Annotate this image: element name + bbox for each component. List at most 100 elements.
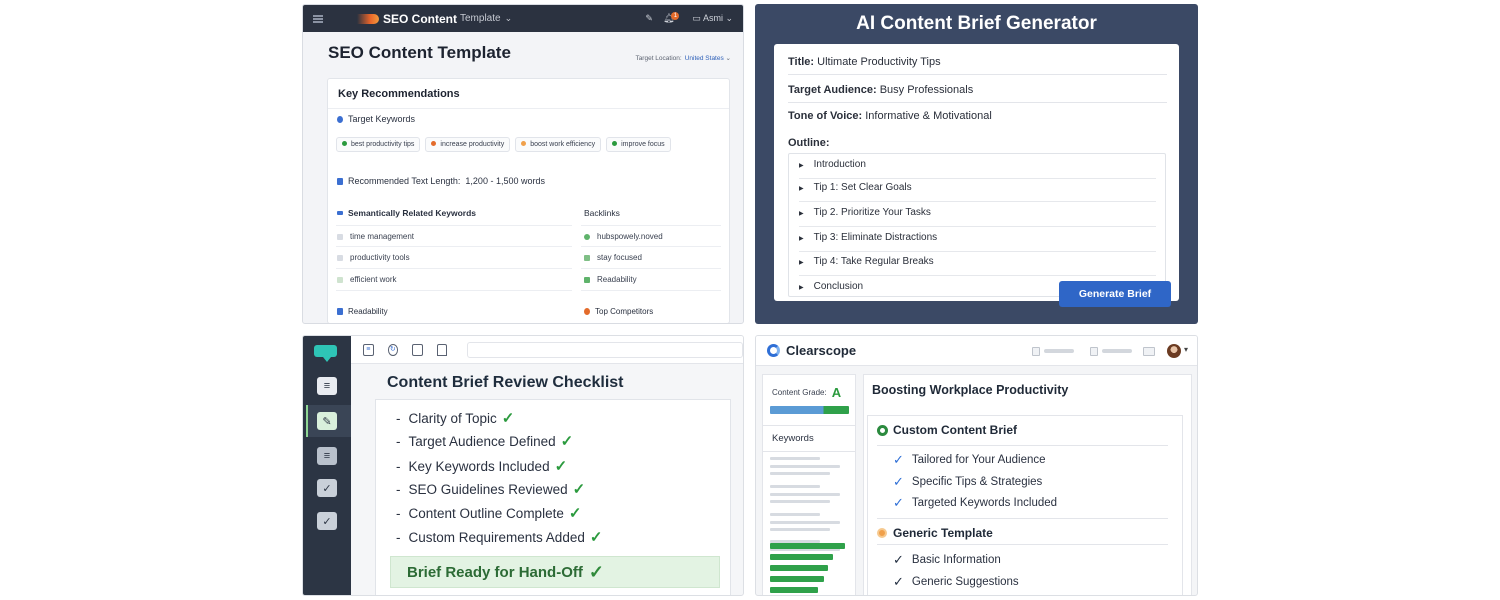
refresh-icon[interactable]: ↻ [387,343,398,356]
bell-icon[interactable]: 🔔︎1 [663,12,682,24]
document-icon [337,177,343,185]
generic-template-heading: Generic Template [877,526,993,540]
target-location-select[interactable]: Target Location: United States ⌄ [635,54,731,62]
target-location-value: United States [684,55,724,62]
semantic-keyword-item: productivity tools [337,253,410,262]
outline-item[interactable]: ▶ Tip 3: Eliminate Distractions [799,227,1156,252]
toolbar-doc-control[interactable] [1032,346,1074,356]
brand-name: Clearscope [786,343,857,358]
panel-title: AI Content Brief Generator [856,13,1097,34]
keyword-chip[interactable]: boost work efficiency [515,137,602,152]
brand-subtitle: Template [460,13,501,24]
outline-item[interactable]: ▶ Introduction [799,154,1156,179]
keyword-chip[interactable]: improve focus [606,137,671,152]
app-logo-icon [314,345,337,362]
checklist-item[interactable]: - Key Keywords Included ✓ [396,457,567,475]
backlinks-heading: Backlinks [584,208,620,218]
readability-heading: Readability [337,307,388,316]
keyword-chips: best productivity tips increase producti… [336,137,671,152]
document-icon[interactable]: ≡ [363,343,374,356]
chevron-down-icon: ⌄ [725,13,733,23]
circle-icon [877,528,887,538]
document-title: Boosting Workplace Productivity [872,383,1069,397]
backlink-item[interactable]: hubspowely.noved [584,232,663,241]
gear-icon [584,308,590,315]
target-audience-field[interactable]: Target Audience: Busy Professionals [788,84,1167,103]
checklist-item[interactable]: - Clarity of Topic ✓ [396,409,514,427]
caret-right-icon: ▶ [799,211,804,217]
tone-of-voice-value: Informative & Motivational [865,110,992,122]
keyword-chip[interactable]: increase productivity [425,137,511,152]
outline-item[interactable]: ▶ Tip 2. Prioritize Your Tasks [799,202,1156,227]
semantic-keyword-item: time management [337,232,414,241]
brief-ready-banner[interactable]: Brief Ready for Hand-Off ✓ [390,556,720,588]
generic-template-item: ✓ Generic Suggestions [893,574,1019,589]
caret-right-icon: ▶ [799,163,804,169]
keyword-chip[interactable]: best productivity tips [336,137,421,152]
sidebar-shield-check-icon[interactable]: ✓ [317,479,337,497]
edit-icon[interactable]: ✎ [645,13,653,24]
target-location-label: Target Location: [635,55,682,62]
chevron-down-icon: ⌄ [725,55,731,62]
content-grade-value: A [831,385,842,400]
target-keywords-heading: Target Keywords [337,114,415,124]
checklist-item[interactable]: - SEO Guidelines Reviewed ✓ [396,480,585,498]
document-icon [337,308,343,315]
brief-form-card: Title: Ultimate Productivity Tips Target… [774,44,1179,301]
check-icon [342,141,347,146]
layout-icon[interactable] [412,343,423,356]
sidebar-notes-icon[interactable]: ≡ [317,447,337,465]
image-icon [1143,346,1155,356]
outline-label: Outline: [788,137,830,149]
card-title: Key Recommendations [328,79,729,109]
keywords-tab[interactable]: Keywords [763,425,855,452]
caret-right-icon: ▶ [799,285,804,291]
generate-brief-button[interactable]: Generate Brief [1059,281,1171,307]
generic-template-item: ✓ Basic Information [893,552,1001,567]
share-icon [1090,346,1098,356]
checklist-title: Content Brief Review Checklist [387,374,624,391]
bookmark-icon[interactable] [436,343,447,356]
bolt-icon [521,141,527,146]
checkmark-icon: ✓ [893,574,904,589]
key-recommendations-card: Key Recommendations Target Keywords best… [327,78,730,323]
search-input[interactable] [467,341,743,358]
layout-icon: ▭ [692,13,701,23]
text-length-row: Recommended Text Length: 1,200 - 1,500 w… [337,176,545,186]
outline-item[interactable]: ▶ Tip 1: Set Clear Goals [799,177,1156,202]
sidebar-comments-icon[interactable]: ≡ [317,377,337,395]
checkmark-icon: ✓ [501,410,515,427]
semantic-keyword-item: efficient work [337,275,397,284]
grade-sidebar: Content Grade: A Keywords [762,374,856,595]
tag-icon [337,115,343,123]
toolbar-image-control[interactable] [1143,346,1155,356]
menu-icon[interactable] [313,14,323,23]
chevron-down-icon[interactable]: ⌄ [505,13,513,24]
brand-logo-icon [357,13,379,24]
checklist-card: - Clarity of Topic ✓ - Target Audience Defi… [375,399,731,595]
backlink-item[interactable]: Readability [584,275,637,284]
sidebar-checkbox-icon[interactable]: ✓ [317,512,337,530]
seo-content-template-panel: SEO Content Template ⌄ ✎ 🔔︎1 ▭ Asmi ⌄ SE… [302,4,744,324]
checkmark-icon: ✓ [893,452,904,467]
grade-progress-bar [770,406,849,414]
outline-item[interactable]: ▶ Tip 4: Take Regular Breaks [799,251,1156,276]
checklist-item[interactable]: - Target Audience Defined ✓ [396,432,573,450]
user-menu[interactable]: ▭ Asmi ⌄ [692,13,733,24]
chevron-down-icon[interactable]: ▾ [1184,345,1188,354]
semantic-keywords-heading: Semantically Related Keywords [337,208,476,218]
toolbar-share-control[interactable] [1090,346,1132,356]
sidebar-edit-doc-icon[interactable]: ✎ [317,412,337,430]
brief-title-field[interactable]: Title: Ultimate Productivity Tips [788,56,1167,75]
editor-toolbar: ≡ ↻ [351,336,743,364]
custom-brief-heading: Custom Content Brief [877,423,1017,437]
avatar[interactable] [1167,344,1181,358]
user-name: Asmi [702,13,723,23]
ai-brief-generator-panel: AI Content Brief Generator Title: Ultima… [755,4,1198,324]
checkmark-icon: ✓ [893,552,904,567]
backlink-item[interactable]: stay focused [584,253,642,262]
checklist-item[interactable]: - Content Outline Complete ✓ [396,504,581,522]
tone-of-voice-field[interactable]: Tone of Voice: Informative & Motivationa… [788,110,1167,128]
circle-icon [877,424,888,436]
checklist-item[interactable]: - Custom Requirements Added ✓ [396,528,602,546]
